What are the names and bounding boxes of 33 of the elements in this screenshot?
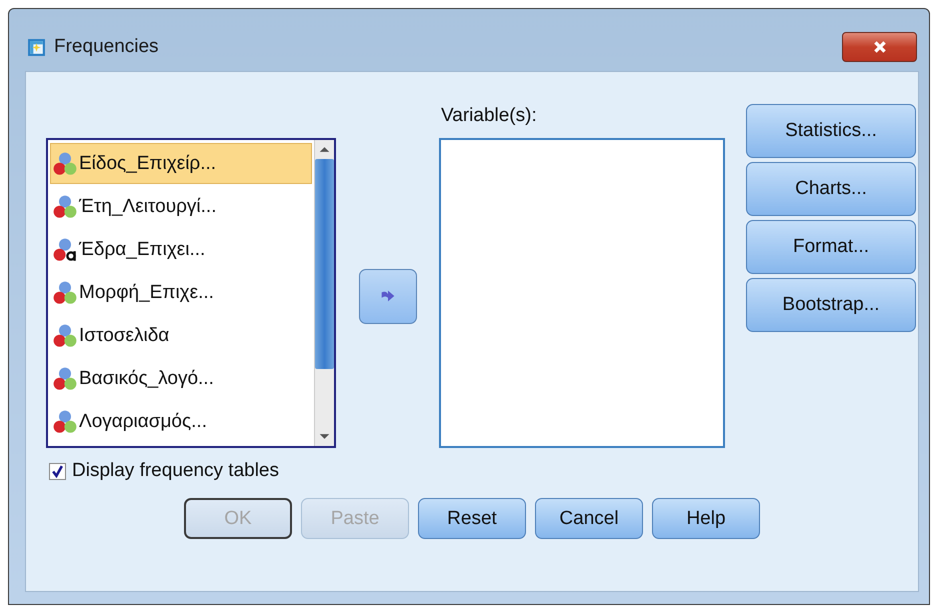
- dialog-button[interactable]: Cancel: [535, 498, 643, 539]
- scrollbar[interactable]: [314, 140, 334, 446]
- variable-list[interactable]: Είδος_Επιχείρ... Έτη_Λειτουργί... Έδρα_Επιχει... Μορφή_Επιχε... Ιστοσελιδα Βασικός_λογό... Λογαριασμός...: [46, 138, 336, 448]
- table-icon: [27, 38, 46, 56]
- dialog-button[interactable]: Bootstrap...: [746, 278, 916, 332]
- nominal-variable-icon: [53, 152, 77, 176]
- variable-item[interactable]: Ιστοσελιδα: [50, 315, 312, 356]
- dialog-button[interactable]: Statistics...: [746, 104, 916, 158]
- nominal-variable-icon: [53, 410, 77, 434]
- window-title: Frequencies: [54, 36, 160, 58]
- checkbox-option[interactable]: Display frequency tables: [49, 460, 279, 482]
- variable-item[interactable]: Έδρα_Επιχει...: [50, 229, 312, 270]
- nominal-variable-icon: [53, 366, 77, 390]
- nominal-variable-icon: [53, 280, 77, 304]
- dialog-button[interactable]: Reset: [418, 498, 526, 539]
- variable-item[interactable]: Είδος_Επιχείρ...: [50, 143, 312, 184]
- variable-item[interactable]: Λογαριασμός...: [50, 401, 312, 442]
- nominal-variable-icon: [53, 324, 77, 348]
- dialog-button[interactable]: Help: [652, 498, 760, 539]
- variable-item[interactable]: Έτη_Λειτουργί...: [50, 186, 312, 227]
- scroll-thumb[interactable]: [315, 159, 334, 369]
- close-icon: [872, 39, 888, 55]
- move-button[interactable]: [358, 268, 416, 324]
- variable-item[interactable]: Μορφή_Επιχε...: [50, 272, 312, 313]
- close-button[interactable]: [842, 32, 917, 62]
- dialog-button[interactable]: Format...: [746, 220, 916, 274]
- string-variable-icon: [53, 238, 77, 262]
- dialog-button[interactable]: Charts...: [746, 162, 916, 216]
- checkbox[interactable]: [49, 462, 66, 480]
- variable-item[interactable]: Βασικός_λογό...: [50, 358, 312, 399]
- selected-variables-list[interactable]: [439, 138, 725, 448]
- nominal-variable-icon: [53, 194, 77, 218]
- field-label: Variable(s):: [440, 104, 538, 128]
